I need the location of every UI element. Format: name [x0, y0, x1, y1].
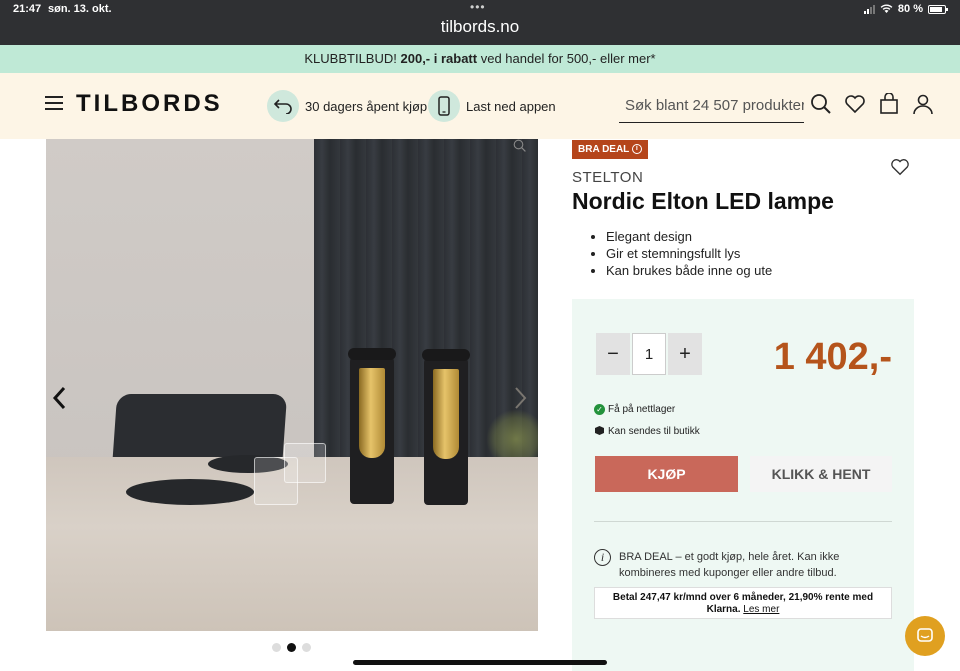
wifi-icon [880, 4, 893, 14]
previous-arrow-icon[interactable] [52, 384, 66, 418]
site-logo[interactable]: TILBORDS [76, 90, 223, 118]
product-title: Nordic Elton LED lampe [572, 188, 834, 214]
more-dots-icon[interactable]: ••• [470, 0, 486, 14]
promo-bold: 200,- i rabatt [400, 51, 478, 66]
system-bar: 21:47 søn. 13. okt. ••• tilbords.no 80 % [0, 0, 960, 45]
search-input[interactable]: Søk blant 24 507 produkter [619, 95, 804, 123]
site-header: TILBORDS 30 dagers åpent kjøp Last ned a… [0, 73, 960, 139]
stock-store: Kan sendes til butikk [594, 425, 700, 438]
open-purchase-label: 30 dagers åpent kjøp [305, 98, 428, 114]
product-brand[interactable]: STELTON [572, 169, 643, 186]
home-indicator[interactable] [353, 660, 607, 665]
cellular-icon [863, 4, 875, 14]
klarna-text: Betal 247,47 kr/mnd over 6 måneder, 21,9… [612, 592, 874, 603]
menu-icon[interactable] [45, 96, 63, 110]
purchase-panel: − 1 + 1 402,- ✓ Få på nettlager Kan send… [572, 299, 914, 671]
feature-item: Elegant design [606, 228, 772, 245]
search-icon[interactable] [810, 93, 832, 115]
battery-icon [928, 4, 948, 14]
decrease-quantity-button[interactable]: − [596, 333, 630, 375]
deal-info-text: BRA DEAL – et godt kjøp, hele året. Kan … [619, 551, 840, 579]
date: søn. 13. okt. [48, 3, 112, 15]
header-actions [810, 92, 934, 115]
quantity-stepper: − 1 + [596, 333, 702, 375]
gallery-dot[interactable] [272, 643, 281, 652]
lamp-photo [348, 348, 396, 504]
gallery-pagination [272, 643, 311, 652]
heart-icon[interactable] [844, 93, 866, 115]
cart-icon[interactable] [878, 92, 900, 115]
buy-button[interactable]: KJØP [595, 456, 738, 492]
open-purchase-link[interactable]: 30 dagers åpent kjøp [267, 90, 427, 122]
user-icon[interactable] [912, 93, 934, 115]
gallery-dot-active[interactable] [287, 643, 296, 652]
info-icon: i [594, 549, 611, 566]
lamp-photo [422, 349, 470, 505]
klarna-logo: Klarna. [706, 604, 741, 615]
stock-online: ✓ Få på nettlager [594, 404, 675, 415]
zoom-icon[interactable] [513, 139, 526, 155]
quantity-input[interactable]: 1 [632, 333, 666, 375]
return-arrow-icon [267, 90, 299, 122]
box-icon [594, 425, 605, 438]
chat-icon [917, 628, 933, 642]
divider [594, 521, 892, 522]
app-download-label: Last ned appen [466, 98, 556, 114]
promo-banner[interactable]: KLUBBTILBUD! 200,- i rabatt ved handel f… [0, 45, 960, 73]
klarna-banner[interactable]: Betal 247,47 kr/mnd over 6 måneder, 21,9… [594, 587, 892, 619]
increase-quantity-button[interactable]: + [668, 333, 702, 375]
info-circle-icon[interactable]: i [631, 144, 642, 155]
deal-info: i BRA DEAL – et godt kjøp, hele året. Ka… [594, 549, 892, 581]
chat-button[interactable] [905, 616, 945, 656]
stock-store-label: Kan sendes til butikk [608, 426, 700, 437]
promo-suffix: ved handel for 500,- eller mer* [480, 51, 656, 66]
feature-item: Gir et stemningsfullt lys [606, 245, 772, 262]
deal-badge-label: BRA DEAL [578, 144, 630, 155]
product-features: Elegant design Gir et stemningsfullt lys… [606, 228, 772, 279]
next-arrow-icon[interactable] [514, 384, 528, 418]
stock-online-label: Få på nettlager [608, 404, 676, 415]
click-and-collect-button[interactable]: KLIKK & HENT [750, 456, 892, 492]
klarna-read-more-link[interactable]: Les mer [743, 604, 779, 615]
phone-icon [428, 90, 460, 122]
promo-prefix: KLUBBTILBUD! [304, 51, 397, 66]
check-icon: ✓ [594, 404, 605, 415]
product-image[interactable] [46, 139, 538, 631]
battery-text: 80 % [897, 3, 923, 15]
app-download-link[interactable]: Last ned appen [428, 90, 556, 122]
status-icons: 80 % [863, 3, 948, 15]
deal-badge: BRA DEAL i [572, 140, 648, 159]
product-price: 1 402,- [773, 336, 892, 378]
url-bar[interactable]: tilbords.no [0, 17, 960, 37]
feature-item: Kan brukes både inne og ute [606, 262, 772, 279]
clock: 21:47 [13, 3, 42, 15]
wishlist-heart-icon[interactable] [890, 157, 910, 177]
gallery-dot[interactable] [302, 643, 311, 652]
